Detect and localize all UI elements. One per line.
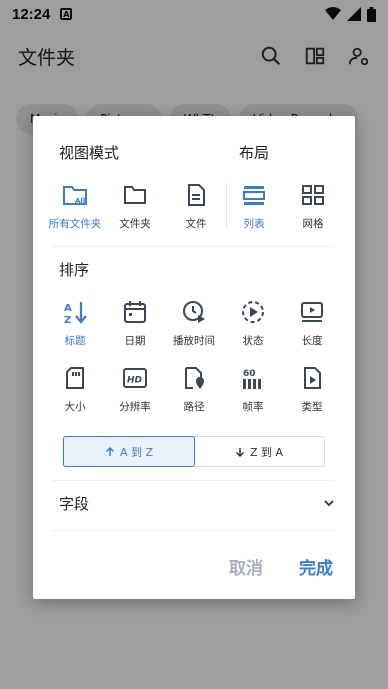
sort-label: 播放时间 [173,335,215,347]
framerate-icon: 60 [243,369,261,389]
layout-title: 布局 [239,144,270,162]
sort-descending-button[interactable]: Z 到 A [194,437,324,466]
sort-label: 日期 [124,335,146,347]
sort-label: 大小 [64,401,86,413]
file-location-icon [185,367,204,389]
sort-az-icon: AZ [64,302,87,325]
svg-text:All: All [75,197,85,205]
clock-play-icon [183,301,205,323]
sort-descending-label: Z 到 A [249,445,284,459]
chevron-down-icon [324,500,334,507]
sort-title: 排序 [59,261,90,279]
divider [53,246,335,247]
sort-ascending-button[interactable]: A 到 Z [63,436,195,467]
layout-list[interactable]: 列表 [224,182,284,231]
layout-grid[interactable]: 网格 [283,182,343,231]
sort-label: 标题 [64,335,86,347]
sort-label: 状态 [242,335,264,347]
sd-card-icon [66,367,84,389]
sort-order-toggle: A 到 Z Z 到 A [63,436,325,467]
layout-label: 网格 [302,218,324,230]
svg-text:HD: HD [127,376,143,386]
view-mode-folder[interactable]: 文件夹 [105,182,165,231]
divider [53,530,335,531]
hd-icon: HD [123,368,147,388]
done-button[interactable]: 完成 [299,554,333,579]
calendar-icon [124,301,146,323]
all-folders-icon: All [63,186,87,205]
view-mode-label: 文件夹 [119,218,151,230]
field-label: 字段 [59,494,90,513]
arrow-down-icon [235,447,244,457]
svg-text:60: 60 [243,369,256,379]
file-type-icon [304,367,321,389]
status-icon [242,301,264,323]
sort-playtime-option[interactable]: 播放时间 [164,299,224,348]
svg-text:A: A [64,303,72,314]
view-mode-label: 文件 [185,218,207,230]
sort-path-option[interactable]: 路径 [164,365,224,414]
sort-length-option[interactable]: 长度 [282,299,342,348]
list-icon [243,186,265,205]
sort-label: 长度 [301,335,323,347]
sort-label: 路径 [183,401,205,413]
sort-type-option[interactable]: 类型 [282,365,342,414]
sort-framerate-option[interactable]: 60 帧率 [223,365,283,414]
sort-date-option[interactable]: 日期 [105,299,165,348]
sort-size-option[interactable]: 大小 [45,365,105,414]
file-icon [188,184,205,206]
view-mode-file[interactable]: 文件 [166,182,226,231]
view-mode-title: 视图模式 [59,144,120,162]
sort-label: 类型 [301,401,323,413]
cancel-button[interactable]: 取消 [229,554,263,579]
dialog-actions: 取消 完成 [229,554,333,579]
layout-label: 列表 [243,218,265,230]
grid-icon [302,185,324,205]
sort-title-option[interactable]: AZ 标题 [45,299,105,348]
sort-label: 分辨率 [119,401,151,413]
view-mode-label: 所有文件夹 [48,218,102,230]
length-icon [301,302,323,322]
sort-resolution-option[interactable]: HD 分辨率 [105,365,165,414]
sort-label: 帧率 [242,401,264,413]
sort-ascending-label: A 到 Z [119,445,154,459]
folder-icon [124,186,146,204]
view-options-dialog: 视图模式 布局 All 所有文件夹 文件夹 文件 列表 网格 排序 AZ 标题 … [33,116,355,599]
view-mode-all-folders[interactable]: All 所有文件夹 [45,182,105,231]
svg-text:Z: Z [64,315,71,325]
arrow-up-icon [105,446,114,456]
sort-status-option[interactable]: 状态 [223,299,283,348]
field-selector[interactable]: 字段 [59,488,335,518]
divider [53,480,335,481]
